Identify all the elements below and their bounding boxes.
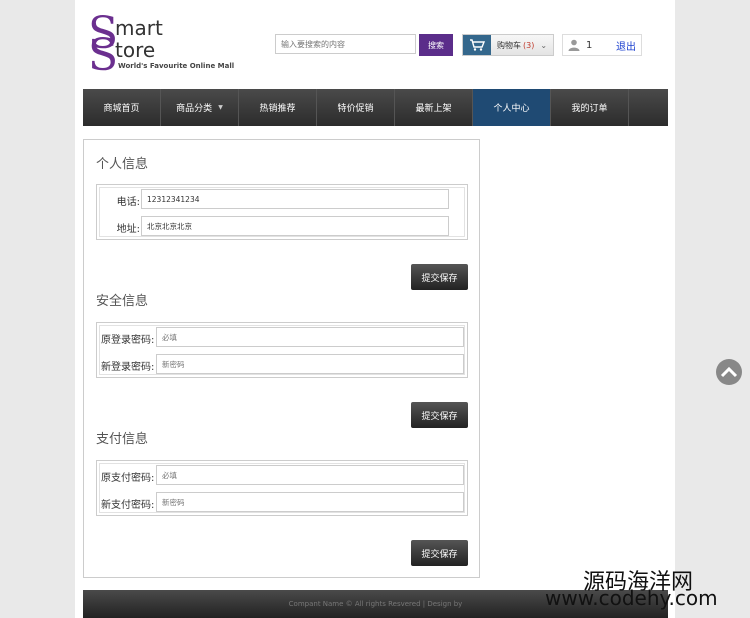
personal-info-fieldset: 电话: 12312341234 地址: 北京北京北京 xyxy=(96,184,468,240)
nav-item-orders[interactable]: 我的订单 xyxy=(551,89,629,126)
user-name[interactable]: 1 xyxy=(586,40,592,51)
profile-panel: 个人信息 电话: 12312341234 地址: 北京北京北京 提交保存 安全信… xyxy=(83,139,480,578)
old-pay-password-field[interactable] xyxy=(156,465,464,485)
chevron-down-icon: ⌄ xyxy=(540,40,548,50)
nav-item-label: 商城首页 xyxy=(103,104,140,114)
nav-item-home[interactable]: 商城首页 xyxy=(83,89,161,126)
new-pay-password-field[interactable] xyxy=(156,492,464,512)
nav-item-sale[interactable]: 特价促销 xyxy=(317,89,395,126)
nav-item-label: 特价促销 xyxy=(337,104,374,114)
address-field[interactable]: 北京北京北京 xyxy=(141,216,449,236)
cart-button[interactable]: 购物车 (3) ⌄ xyxy=(462,34,554,56)
new-login-password-field[interactable] xyxy=(156,354,464,374)
watermark-url: www.codehy.com xyxy=(545,586,718,610)
new-login-password-label: 新登录密码: xyxy=(101,362,155,373)
cart-label: 购物车 xyxy=(497,40,521,50)
logo[interactable]: S mart S tore World's Favourite Online M… xyxy=(88,12,234,78)
nav-item-hot[interactable]: 热销推荐 xyxy=(239,89,317,126)
logo-initial-2: S xyxy=(88,30,119,81)
user-box: 1 退出 xyxy=(562,34,642,56)
nav-item-label: 我的订单 xyxy=(571,104,608,114)
chevron-up-icon xyxy=(720,366,738,378)
nav-item-categories[interactable]: 商品分类 ▼ xyxy=(161,89,239,126)
logo-word-1: mart xyxy=(115,16,163,40)
address-label: 地址: xyxy=(116,224,140,235)
search-button[interactable]: 搜索 xyxy=(419,34,453,56)
footer-copyright: Compant Name © All rights Resvered | Des… xyxy=(288,600,463,608)
security-info-fieldset: 原登录密码: 新登录密码: xyxy=(96,322,468,378)
payment-info-fieldset: 原支付密码: 新支付密码: xyxy=(96,460,468,516)
nav-item-label: 热销推荐 xyxy=(259,104,296,114)
logout-link[interactable]: 退出 xyxy=(616,38,636,53)
save-personal-button[interactable]: 提交保存 xyxy=(411,264,468,290)
save-security-button[interactable]: 提交保存 xyxy=(411,402,468,428)
nav-item-label: 商品分类 xyxy=(176,104,213,114)
old-login-password-field[interactable] xyxy=(156,327,464,347)
user-icon xyxy=(568,39,580,51)
back-to-top-button[interactable] xyxy=(716,359,742,385)
nav-item-label: 最新上架 xyxy=(415,104,452,114)
search-input[interactable] xyxy=(275,34,416,54)
personal-info-title: 个人信息 xyxy=(96,157,149,172)
caret-down-icon: ▼ xyxy=(218,104,223,111)
new-pay-password-label: 新支付密码: xyxy=(101,500,155,511)
old-pay-password-label: 原支付密码: xyxy=(101,473,155,484)
old-login-password-label: 原登录密码: xyxy=(101,335,155,346)
security-info-title: 安全信息 xyxy=(96,294,149,309)
save-payment-button[interactable]: 提交保存 xyxy=(411,540,468,566)
nav-item-new[interactable]: 最新上架 xyxy=(395,89,473,126)
logo-tagline: World's Favourite Online Mall xyxy=(118,62,235,70)
cart-count: (3) xyxy=(523,40,535,50)
cart-icon xyxy=(463,35,491,55)
phone-label: 电话: xyxy=(116,197,140,208)
nav-item-label: 个人中心 xyxy=(493,104,530,114)
nav-item-profile[interactable]: 个人中心 xyxy=(473,89,551,126)
payment-info-title: 支付信息 xyxy=(96,432,149,447)
main-nav: 商城首页 商品分类 ▼ 热销推荐 特价促销 最新上架 个人中心 我的订单 xyxy=(83,89,668,126)
logo-word-2: tore xyxy=(115,38,156,62)
phone-field[interactable]: 12312341234 xyxy=(141,189,449,209)
